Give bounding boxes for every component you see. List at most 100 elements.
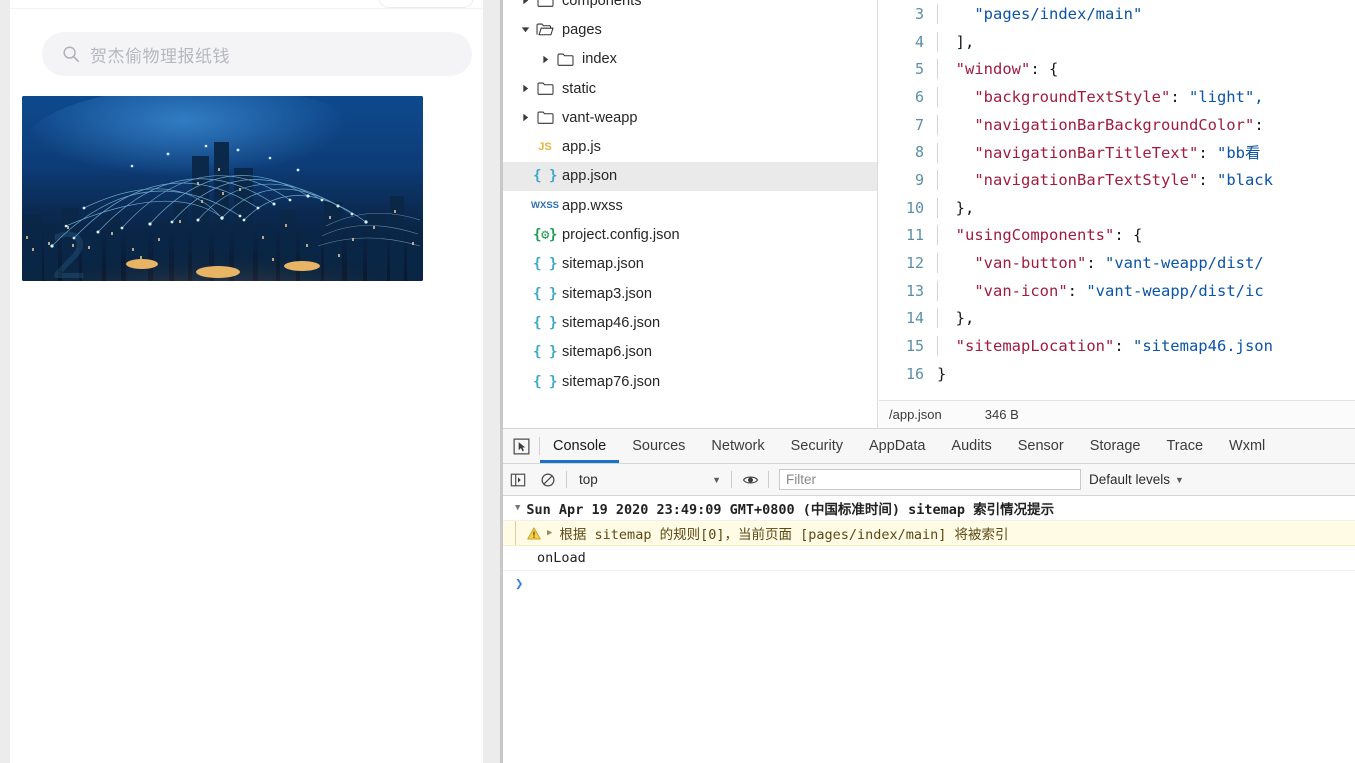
chevron-down-icon[interactable]	[517, 22, 533, 38]
console-filter-input[interactable]: Filter	[779, 469, 1081, 490]
chevron-down-icon: ▼	[712, 474, 721, 485]
tab-appdata[interactable]: AppData	[856, 429, 938, 463]
line-number: 4	[914, 32, 924, 51]
console-context-select[interactable]: top ▼	[570, 469, 728, 491]
disclosure-triangle-icon[interactable]: ▼	[515, 503, 520, 513]
code-line: 16}	[879, 360, 1355, 388]
tab-network[interactable]: Network	[698, 429, 777, 463]
code-line: 4 ],	[879, 28, 1355, 56]
tab-label: Console	[553, 438, 607, 454]
json-icon: { }	[533, 344, 557, 361]
console-sidebar-icon[interactable]	[503, 465, 533, 495]
tree-item-sitemap-json[interactable]: { } sitemap.json	[503, 250, 877, 279]
tab-label: AppData	[868, 438, 926, 454]
code-line: 10 },	[879, 194, 1355, 222]
chevron-right-icon[interactable]	[517, 81, 533, 97]
console-log-row: onLoad	[503, 546, 1355, 571]
tree-item-label: sitemap76.json	[562, 373, 661, 390]
code-text[interactable]: "usingComponents": {	[937, 225, 1355, 246]
code-text[interactable]: }	[937, 365, 1355, 383]
inspect-cursor-icon[interactable]	[503, 429, 539, 463]
tree-item-app-json[interactable]: { } app.json	[503, 161, 877, 192]
tree-item-label: sitemap.json	[562, 256, 644, 273]
group-indent-bar	[515, 521, 516, 545]
code-text[interactable]: "window": {	[937, 59, 1355, 80]
disclosure-triangle-icon[interactable]: ▶	[547, 528, 552, 538]
console-log-text: onLoad	[537, 550, 586, 566]
json-icon: { }	[533, 314, 557, 331]
code-text[interactable]: ],	[937, 31, 1355, 52]
console-prompt[interactable]: ❯	[503, 571, 1355, 596]
chevron-right-icon[interactable]	[537, 51, 553, 67]
clear-console-icon[interactable]	[533, 465, 563, 495]
tab-audits[interactable]: Audits	[938, 429, 1004, 463]
tree-item-app-js[interactable]: JS app.js	[503, 132, 877, 161]
tab-sources[interactable]: Sources	[619, 429, 698, 463]
code-line: 11 "usingComponents": {	[879, 222, 1355, 250]
simulator-panel: 贺杰偷物理报纸钱 2	[10, 0, 483, 763]
tree-item-project-config-json[interactable]: {⚙} project.config.json	[503, 220, 877, 249]
tree-item-sitemap3-json[interactable]: { } sitemap3.json	[503, 279, 877, 308]
line-number: 12	[905, 254, 924, 273]
tree-item-label: app.js	[562, 139, 601, 156]
live-expression-eye-icon[interactable]	[735, 465, 765, 495]
status-filesize: 346 B	[984, 407, 1019, 422]
tab-storage[interactable]: Storage	[1077, 429, 1154, 463]
devtools-pane: components pages index static vant-weapp JS ap…	[500, 0, 1355, 763]
tree-item-index[interactable]: index	[503, 45, 877, 74]
json-icon: { }	[533, 168, 557, 185]
tree-item-app-wxss[interactable]: WXSS app.wxss	[503, 191, 877, 220]
code-text[interactable]: "navigationBarTextStyle": "black	[937, 169, 1355, 190]
code-text[interactable]: "van-button": "vant-weapp/dist/	[937, 253, 1355, 274]
tab-label: Sources	[632, 438, 686, 454]
chevron-right-icon[interactable]	[517, 0, 533, 9]
search-placeholder: 贺杰偷物理报纸钱	[90, 46, 230, 67]
code-text[interactable]: "pages/index/main"	[937, 3, 1355, 24]
wxss-icon: WXSS	[531, 200, 559, 212]
log-levels-select[interactable]: Default levels ▼	[1089, 472, 1184, 487]
code-text[interactable]: },	[937, 197, 1355, 218]
line-number: 9	[914, 170, 924, 189]
console-output[interactable]: ▼ Sun Apr 19 2020 23:49:09 GMT+0800 (中国标准…	[503, 496, 1355, 763]
chevron-right-icon[interactable]	[517, 110, 533, 126]
json-icon: { }	[533, 373, 557, 390]
console-group-header[interactable]: ▼ Sun Apr 19 2020 23:49:09 GMT+0800 (中国标准…	[503, 496, 1355, 521]
chevron-down-icon: ▼	[1175, 474, 1184, 485]
code-line: 14 },	[879, 305, 1355, 333]
code-text[interactable]: "sitemapLocation": "sitemap46.json	[937, 336, 1355, 357]
code-text[interactable]: },	[937, 308, 1355, 329]
code-line: 5 "window": {	[879, 55, 1355, 83]
banner-image[interactable]: 2	[22, 96, 423, 281]
tree-item-sitemap76-json[interactable]: { } sitemap76.json	[503, 367, 877, 396]
code-editor[interactable]: 3 "pages/index/main" 4 ], 5 "window": {6 "…	[879, 0, 1355, 400]
tree-item-static[interactable]: static	[503, 74, 877, 103]
code-text[interactable]: "navigationBarTitleText": "bb看	[937, 141, 1355, 164]
line-number: 8	[914, 143, 924, 162]
code-text[interactable]: "navigationBarBackgroundColor":	[937, 114, 1355, 135]
tree-item-sitemap46-json[interactable]: { } sitemap46.json	[503, 308, 877, 337]
tab-sensor[interactable]: Sensor	[1005, 429, 1077, 463]
search-icon	[62, 45, 80, 63]
tab-security[interactable]: Security	[778, 429, 856, 463]
tab-label: Audits	[951, 438, 992, 454]
tree-item-pages[interactable]: pages	[503, 15, 877, 44]
tab-trace[interactable]: Trace	[1153, 429, 1216, 463]
svg-text:2: 2	[50, 220, 89, 281]
code-text[interactable]: "backgroundTextStyle": "light",	[937, 86, 1355, 107]
log-levels-label: Default levels	[1089, 472, 1171, 487]
tree-item-sitemap6-json[interactable]: { } sitemap6.json	[503, 338, 877, 367]
code-text[interactable]: "van-icon": "vant-weapp/dist/ic	[937, 280, 1355, 301]
json-icon: { }	[533, 256, 557, 273]
tab-console[interactable]: Console	[540, 429, 620, 463]
folder-closed	[533, 81, 557, 96]
json-icon: { }	[533, 285, 557, 302]
console-group-text: Sun Apr 19 2020 23:49:09 GMT+0800 (中国标准时…	[526, 502, 1055, 518]
search-input[interactable]: 贺杰偷物理报纸钱	[42, 32, 472, 76]
console-warning-row[interactable]: ▶ 根据 sitemap 的规则[0]，当前页面 [pages/index/mai…	[503, 521, 1355, 546]
tab-wxml[interactable]: Wxml	[1216, 429, 1278, 463]
tree-item-vant-weapp[interactable]: vant-weapp	[503, 103, 877, 132]
folder-closed	[553, 52, 577, 67]
code-line: 13 "van-icon": "vant-weapp/dist/ic	[879, 277, 1355, 305]
tree-item-label: app.wxss	[562, 197, 623, 214]
tree-item-components[interactable]: components	[503, 0, 877, 15]
